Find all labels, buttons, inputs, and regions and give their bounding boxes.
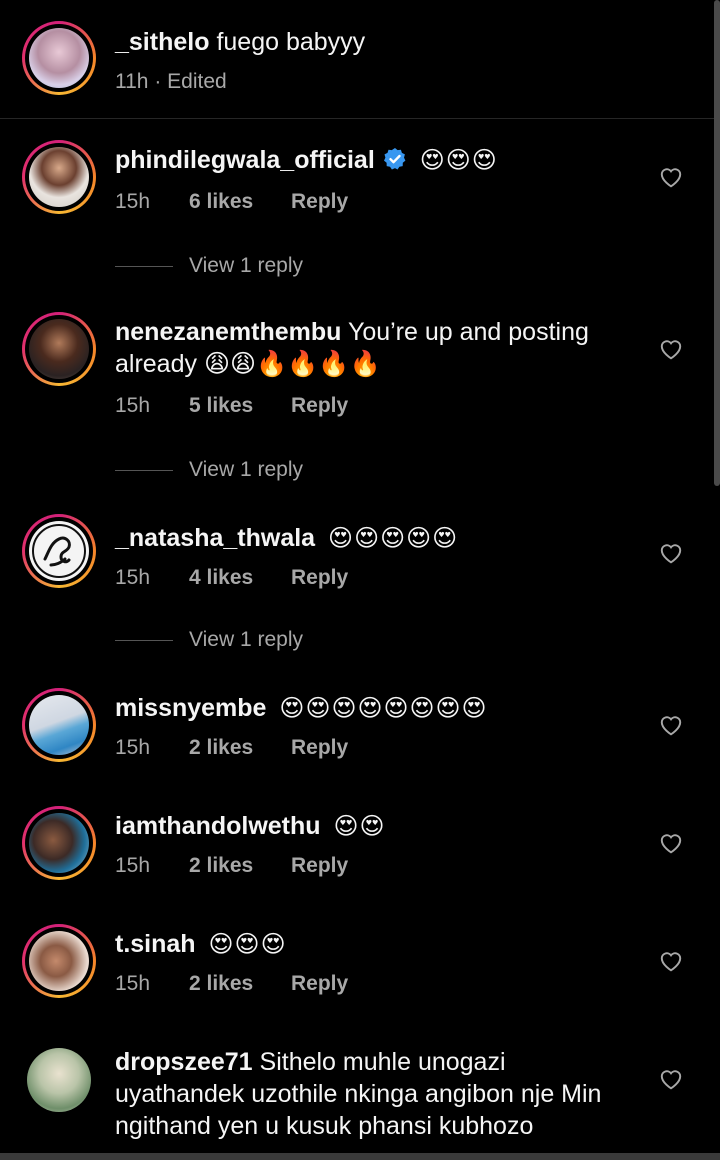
- comment-username[interactable]: nenezanemthembu: [115, 318, 341, 346]
- comment-likes[interactable]: 2 likes: [189, 854, 291, 878]
- caption-time: 11h: [115, 70, 149, 93]
- reply-button[interactable]: Reply: [291, 394, 348, 418]
- comment-meta: 15h 2 likes Reply: [115, 972, 348, 996]
- view-replies-button[interactable]: View 1 reply: [115, 628, 303, 652]
- reply-divider-line: [115, 265, 173, 267]
- caption-text: _sithelo fuego babyyy: [115, 26, 630, 58]
- comment-item: phindilegwala_official 😍😍😍 15h 6 likes Rep…: [0, 118, 720, 288]
- comment-meta: 15h 4 likes Reply: [115, 566, 348, 590]
- comment-time: 15h: [115, 566, 151, 589]
- comment-text: t.sinah 😍😍😍: [115, 928, 630, 960]
- scrollbar[interactable]: [714, 0, 720, 486]
- comment-body: 😍😍😍: [208, 930, 287, 958]
- comment-avatar[interactable]: [22, 514, 96, 588]
- comment-meta: 15h 6 likes Reply: [115, 190, 348, 214]
- comment-likes[interactable]: 2 likes: [189, 736, 291, 760]
- heart-outline-icon[interactable]: [658, 948, 684, 972]
- heart-outline-icon[interactable]: [658, 164, 684, 188]
- comment-item: dropszee71 Sithelo muhle unogazi uyathan…: [0, 1020, 720, 1160]
- heart-outline-icon[interactable]: [658, 830, 684, 854]
- logo-avatar-icon: [32, 524, 86, 578]
- comment-time: 15h: [115, 394, 151, 417]
- comment-avatar[interactable]: [22, 924, 96, 998]
- heart-outline-icon[interactable]: [658, 336, 684, 360]
- comment-username[interactable]: _natasha_thwala: [115, 524, 315, 552]
- reply-divider-line: [115, 639, 173, 641]
- caption-username[interactable]: _sithelo: [115, 28, 209, 56]
- comment-meta: 15h 2 likes Reply: [115, 736, 348, 760]
- comment-body: 😍😍😍😍😍: [328, 524, 459, 552]
- comment-username[interactable]: dropszee71: [115, 1048, 253, 1076]
- comment-body: 😍😍: [333, 812, 386, 840]
- comment-likes[interactable]: 2 likes: [189, 972, 291, 996]
- verified-badge-icon: [383, 148, 406, 170]
- comment-text: dropszee71 Sithelo muhle unogazi uyathan…: [115, 1046, 630, 1142]
- comment-text: iamthandolwethu 😍😍: [115, 810, 630, 842]
- comment-time: 15h: [115, 972, 151, 995]
- heart-outline-icon[interactable]: [658, 540, 684, 564]
- comment-text: missnyembe 😍😍😍😍😍😍😍😍: [115, 692, 630, 724]
- comment-username[interactable]: phindilegwala_official: [115, 146, 375, 174]
- heart-outline-icon[interactable]: [658, 712, 684, 736]
- view-replies-button[interactable]: View 1 reply: [115, 458, 303, 482]
- bottom-bar: [0, 1153, 720, 1160]
- reply-button[interactable]: Reply: [291, 190, 348, 214]
- comment-text: nenezanemthembu You’re up and posting al…: [115, 316, 630, 380]
- reply-button[interactable]: Reply: [291, 566, 348, 590]
- view-replies-button[interactable]: View 1 reply: [115, 254, 303, 278]
- view-replies-label: View 1 reply: [189, 254, 304, 277]
- comment-avatar[interactable]: [27, 1048, 91, 1112]
- view-replies-label: View 1 reply: [189, 458, 304, 481]
- comment-text: phindilegwala_official 😍😍😍: [115, 144, 630, 176]
- comment-time: 15h: [115, 190, 151, 213]
- comment-avatar[interactable]: [22, 312, 96, 386]
- comment-likes[interactable]: 6 likes: [189, 190, 291, 214]
- comment-username[interactable]: t.sinah: [115, 930, 196, 958]
- comment-avatar[interactable]: [22, 688, 96, 762]
- comment-body: 😍😍😍: [419, 146, 498, 174]
- caption-body: fuego babyyy: [216, 28, 366, 56]
- post-caption: _sithelo fuego babyyy 11h · Edited: [0, 0, 720, 119]
- caption-edited-label: · Edited: [154, 70, 227, 93]
- comment-time: 15h: [115, 854, 151, 877]
- comment-time: 15h: [115, 736, 151, 759]
- caption-avatar[interactable]: [22, 21, 96, 95]
- comment-text: _natasha_thwala 😍😍😍😍😍: [115, 522, 630, 554]
- view-replies-label: View 1 reply: [189, 628, 304, 651]
- comment-item: missnyembe 😍😍😍😍😍😍😍😍 15h 2 likes Reply: [0, 666, 720, 782]
- comment-meta: 15h 2 likes Reply: [115, 854, 348, 878]
- comment-body: 😍😍😍😍😍😍😍😍: [279, 694, 488, 722]
- heart-outline-icon[interactable]: [658, 1066, 684, 1090]
- caption-meta: 11h · Edited: [115, 70, 227, 94]
- comment-username[interactable]: missnyembe: [115, 694, 266, 722]
- reply-button[interactable]: Reply: [291, 854, 348, 878]
- comment-username[interactable]: iamthandolwethu: [115, 812, 321, 840]
- comment-avatar[interactable]: [22, 140, 96, 214]
- comment-item: t.sinah 😍😍😍 15h 2 likes Reply: [0, 902, 720, 1018]
- reply-divider-line: [115, 469, 173, 471]
- reply-button[interactable]: Reply: [291, 736, 348, 760]
- comment-meta: 15h 5 likes Reply: [115, 394, 348, 418]
- comment-avatar[interactable]: [22, 806, 96, 880]
- comment-item: iamthandolwethu 😍😍 15h 2 likes Reply: [0, 784, 720, 900]
- reply-button[interactable]: Reply: [291, 972, 348, 996]
- comment-likes[interactable]: 4 likes: [189, 566, 291, 590]
- comment-item: nenezanemthembu You’re up and posting al…: [0, 290, 720, 490]
- comment-likes[interactable]: 5 likes: [189, 394, 291, 418]
- comment-item: _natasha_thwala 😍😍😍😍😍 15h 4 likes Reply Vi…: [0, 494, 720, 664]
